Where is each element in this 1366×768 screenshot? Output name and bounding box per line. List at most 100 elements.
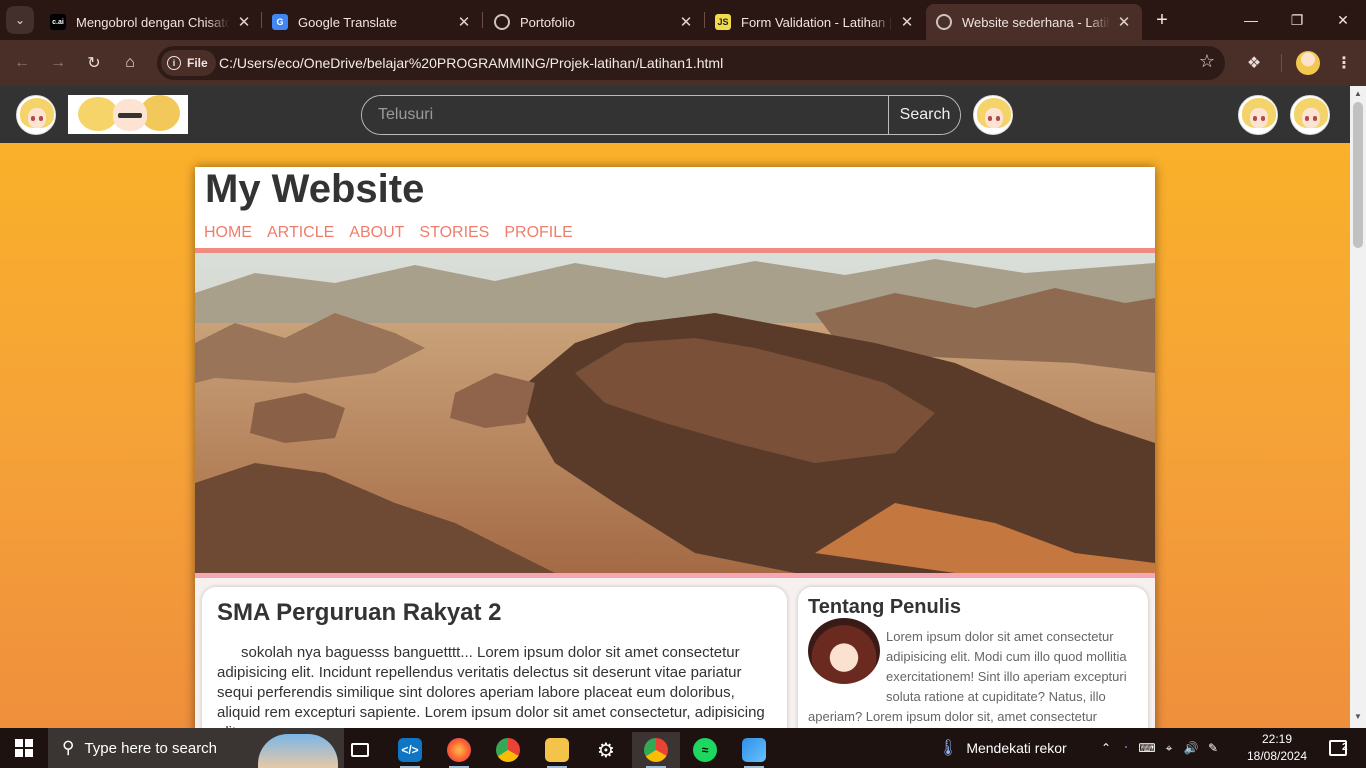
site-info-chip[interactable]: i File xyxy=(161,50,216,76)
extensions-button[interactable]: ❖ xyxy=(1240,49,1268,77)
folder-icon xyxy=(545,738,569,762)
plus-icon: + xyxy=(1156,9,1168,31)
address-bar[interactable]: i File C:/Users/eco/OneDrive/belajar%20P… xyxy=(157,46,1225,80)
taskbar-settings[interactable]: ⚙ xyxy=(582,732,630,768)
site-navbar: Search xyxy=(0,86,1350,143)
taskbar-search-placeholder: Type here to search xyxy=(84,739,218,757)
main-menu: HOME ARTICLE ABOUT STORIES PROFILE xyxy=(204,224,573,242)
page-viewport: Search My Website HOME ARTICLE ABOUT STO… xyxy=(0,86,1350,728)
menu-article[interactable]: ARTICLE xyxy=(267,224,334,242)
avatar[interactable] xyxy=(973,95,1013,135)
taskbar-search[interactable]: ⚲ Type here to search xyxy=(48,728,344,768)
close-tab-icon[interactable]: ✕ xyxy=(899,13,915,31)
start-button[interactable] xyxy=(0,728,48,768)
search-bar: Search xyxy=(361,95,961,135)
tab-strip: ⌄ c.ai Mengobrol dengan Chisato | c.ai ✕… xyxy=(0,0,1366,40)
tab-search-button[interactable]: ⌄ xyxy=(6,6,34,34)
close-window-button[interactable]: ✕ xyxy=(1320,0,1366,40)
browser-toolbar: ← → ↻ ⌂ i File C:/Users/eco/OneDrive/bel… xyxy=(0,40,1366,86)
menu-home[interactable]: HOME xyxy=(204,224,252,242)
taskbar-chrome-profile[interactable] xyxy=(632,732,680,768)
vscode-icon: </> xyxy=(398,738,422,762)
more-vertical-icon: ⋮ xyxy=(1336,55,1352,72)
menu-stories[interactable]: STORIES xyxy=(419,224,489,242)
taskbar-firefox[interactable] xyxy=(435,732,483,768)
globe-icon xyxy=(936,14,952,30)
close-tab-icon[interactable]: ✕ xyxy=(236,13,252,31)
bluetooth-icon[interactable]: ᛫ xyxy=(1116,741,1136,755)
chrome-icon xyxy=(496,738,520,762)
hero-image xyxy=(195,253,1155,573)
tab-google-translate[interactable]: G Google Translate ✕ xyxy=(262,4,482,40)
taskbar-vscode[interactable]: </> xyxy=(386,732,434,768)
minimize-button[interactable]: — xyxy=(1228,0,1274,40)
page-scrollbar[interactable]: ▲ ▼ xyxy=(1350,86,1366,728)
scroll-down-icon[interactable]: ▼ xyxy=(1354,712,1362,721)
tab-website-sederhana[interactable]: Website sederhana - Latihan ✕ xyxy=(926,4,1142,40)
globe-icon xyxy=(494,14,510,30)
pen-icon[interactable]: ✎ xyxy=(1202,741,1224,755)
toolbar-divider xyxy=(1281,54,1282,72)
bookmark-star-icon[interactable]: ☆ xyxy=(1199,51,1215,72)
forward-button[interactable]: → xyxy=(44,49,72,77)
scrollbar-thumb[interactable] xyxy=(1353,102,1363,248)
avatar[interactable] xyxy=(1238,95,1278,135)
search-button[interactable]: Search xyxy=(888,96,960,134)
chevron-up-icon[interactable]: ⌃ xyxy=(1096,741,1116,755)
google-translate-favicon-icon: G xyxy=(272,14,288,30)
article-body: sokolah nya baguesss banguetttt... Lorem… xyxy=(217,644,765,728)
avatar[interactable] xyxy=(1290,95,1330,135)
spotify-icon: ≈ xyxy=(693,738,717,762)
arrow-right-icon: → xyxy=(50,54,66,71)
close-tab-icon[interactable]: ✕ xyxy=(1116,13,1132,31)
notification-center-button[interactable]: 2 xyxy=(1318,728,1358,768)
weather-widget[interactable]: 🌡 Mendekati rekor xyxy=(938,728,1067,768)
taskbar-photos[interactable] xyxy=(730,732,778,768)
reload-button[interactable]: ↻ xyxy=(80,49,108,77)
thermometer-icon: 🌡 xyxy=(938,740,959,757)
restore-button[interactable]: ❐ xyxy=(1274,0,1320,40)
taskbar-clock[interactable]: 22:19 18/08/2024 xyxy=(1244,731,1310,765)
menu-button[interactable]: ⋮ xyxy=(1330,49,1358,77)
volume-icon[interactable]: 🔊 xyxy=(1180,741,1202,755)
photos-icon xyxy=(742,738,766,762)
tab-title: Form Validation - Latihan | Programming xyxy=(741,14,893,30)
close-tab-icon[interactable]: ✕ xyxy=(456,13,472,31)
search-input[interactable] xyxy=(362,96,888,134)
taskbar-chrome[interactable] xyxy=(484,732,532,768)
clock-time: 22:19 xyxy=(1261,732,1293,746)
wifi-icon[interactable]: ⌖ xyxy=(1158,741,1180,756)
desert-landscape-image xyxy=(195,253,1155,573)
chrome-icon xyxy=(644,738,668,762)
scroll-up-icon[interactable]: ▲ xyxy=(1354,89,1362,98)
windows-taskbar: ⚲ Type here to search </> ⚙ ≈ 🌡 Mendekat… xyxy=(0,728,1366,768)
arrow-left-icon: ← xyxy=(14,54,30,71)
page-container: My Website HOME ARTICLE ABOUT STORIES PR… xyxy=(195,167,1155,728)
page-title: My Website xyxy=(205,167,425,211)
tab-divider xyxy=(482,12,483,28)
profile-avatar[interactable] xyxy=(1296,51,1320,75)
tab-cai[interactable]: c.ai Mengobrol dengan Chisato | c.ai ✕ xyxy=(40,4,262,40)
menu-about[interactable]: ABOUT xyxy=(349,224,404,242)
author-card: Tentang Penulis Lorem ipsum dolor sit am… xyxy=(798,587,1148,728)
back-button[interactable]: ← xyxy=(8,49,36,77)
home-button[interactable]: ⌂ xyxy=(116,49,144,77)
new-tab-button[interactable]: + xyxy=(1150,8,1174,32)
taskbar-spotify[interactable]: ≈ xyxy=(681,732,729,768)
weather-text: Mendekati rekor xyxy=(966,740,1067,756)
input-method-icon[interactable]: ⌨ xyxy=(1136,741,1158,755)
taskbar-file-explorer[interactable] xyxy=(533,732,581,768)
tab-form-validation[interactable]: JS Form Validation - Latihan | Programmi… xyxy=(705,4,925,40)
close-tab-icon[interactable]: ✕ xyxy=(678,13,694,31)
avatar[interactable] xyxy=(16,95,56,135)
notification-count: 2 xyxy=(1342,742,1348,753)
site-logo[interactable] xyxy=(68,95,188,134)
tab-portofolio[interactable]: Portofolio ✕ xyxy=(484,4,704,40)
js-favicon-icon: JS xyxy=(715,14,731,30)
clock-date: 18/08/2024 xyxy=(1246,749,1308,763)
task-view-button[interactable] xyxy=(336,732,384,768)
task-view-icon xyxy=(351,743,369,757)
menu-profile[interactable]: PROFILE xyxy=(504,224,572,242)
close-icon: ✕ xyxy=(1337,11,1349,28)
puzzle-icon: ❖ xyxy=(1246,55,1262,72)
